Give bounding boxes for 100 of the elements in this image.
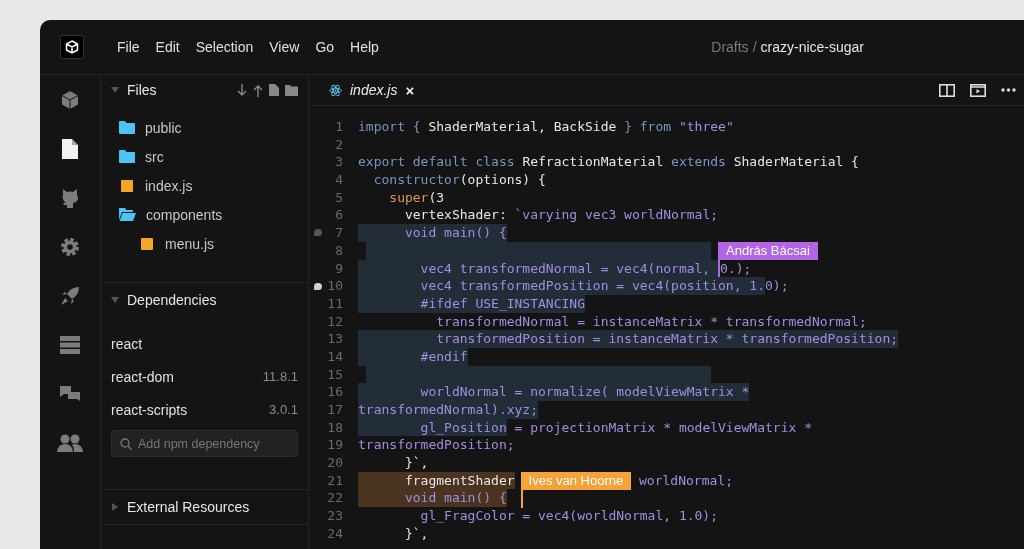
line-number: 17 — [326, 401, 343, 419]
dependency-version: 11.8.1 — [262, 369, 298, 384]
menu-item[interactable]: Edit — [155, 39, 180, 55]
line-number: 7 — [334, 224, 343, 242]
dependency-version: 3.0.1 — [269, 402, 298, 417]
section-title: Files — [127, 82, 157, 98]
dependency-name: react-scripts — [111, 401, 188, 418]
code-text: ShaderMaterial { — [733, 153, 859, 172]
line-number: 14 — [326, 347, 343, 366]
line-number: 22 — [326, 489, 343, 508]
file-tree-item[interactable]: menu.js — [119, 229, 308, 258]
line-number: 23 — [326, 507, 343, 525]
collapse-caret-icon[interactable] — [111, 297, 119, 303]
code-text: import { — [358, 118, 422, 136]
code-text: }`, — [403, 454, 429, 472]
section-title: Dependencies — [127, 292, 217, 308]
menu-item[interactable]: Selection — [195, 39, 254, 55]
code-text: }`, — [403, 524, 429, 543]
code-text: fragmentShader — [358, 471, 515, 490]
external-resources-section-header[interactable]: External Resources — [101, 489, 308, 525]
code-text: `varying vec3 worldNormal; — [514, 206, 719, 225]
code-text: extends — [671, 153, 727, 172]
code-text: worldNormal; — [638, 471, 733, 490]
line-number: 11 — [326, 294, 343, 313]
code-text: (3 — [428, 188, 445, 207]
breadcrumb-separator: / — [752, 39, 757, 55]
code-text: gl_FragColor = vec4(worldNormal, 1.0); — [419, 507, 719, 525]
code-text: = projectionMatrix * modelViewMatrix * — [513, 418, 812, 437]
code-text: RefractionMaterial — [522, 153, 665, 172]
line-number: 9 — [334, 259, 343, 278]
files-section-header[interactable]: Files — [101, 75, 308, 105]
line-number: 3 — [334, 153, 343, 172]
code-text: vec4 transformedPosition = vec4(position, 1. — [358, 277, 765, 295]
code-text: transformedNormal = instanceMatrix * transformedNormal; — [435, 312, 867, 331]
code-text: transformedNormal).xyz; — [358, 401, 538, 419]
new-file-icon[interactable] — [269, 84, 279, 96]
code-text: } from — [624, 118, 673, 136]
breadcrumb-folder[interactable]: Drafts — [711, 39, 749, 55]
file-name: menu.js — [165, 235, 215, 252]
line-number: 5 — [334, 188, 343, 207]
code-text: 0.); — [720, 259, 752, 278]
code-text: constructor — [372, 171, 460, 189]
line-number: 20 — [326, 454, 343, 472]
code-text: "three" — [678, 118, 734, 136]
dependencies-section-header[interactable]: Dependencies — [101, 282, 308, 317]
file-tree-item[interactable]: src — [119, 142, 308, 171]
split-view-icon[interactable] — [939, 83, 955, 97]
menu-item[interactable]: Go — [315, 39, 335, 55]
code-text: (options) { — [459, 171, 546, 189]
upload-icon[interactable] — [253, 83, 263, 97]
line-number: 4 — [334, 171, 343, 189]
line-number: 2 — [334, 135, 343, 154]
logo-icon[interactable] — [60, 35, 84, 59]
code-text: super — [388, 188, 429, 207]
code-text: transformedPosition = instanceMatrix * transformedPosition; — [358, 330, 899, 348]
dependency-name: react — [111, 335, 143, 352]
file-name: public — [145, 119, 182, 136]
code-text: worldNormal = normalize( modelViewMatrix * — [358, 383, 750, 401]
dependency-name: react-dom — [111, 368, 175, 385]
preview-icon[interactable] — [970, 83, 986, 97]
code-text: ShaderMaterial, BackSide — [428, 118, 618, 136]
more-icon[interactable] — [1001, 88, 1016, 92]
line-number: 8 — [334, 241, 343, 260]
close-button[interactable]: × — [405, 81, 415, 99]
file-tree-item[interactable]: components — [119, 200, 308, 229]
code-text: transformedPosition; — [358, 436, 515, 455]
code-text: export default class — [358, 153, 516, 172]
new-folder-icon[interactable] — [285, 84, 298, 96]
file-name: index.js — [145, 177, 193, 194]
code-text: void main() { — [358, 489, 507, 508]
menu-item[interactable]: Help — [350, 39, 379, 55]
code-text: 0); — [765, 277, 789, 295]
file-tab[interactable]: index.js × — [329, 81, 415, 99]
menu-item[interactable]: File — [117, 39, 140, 55]
menu-item[interactable]: View — [269, 39, 300, 55]
project-name: crazy-nice-sugar — [760, 39, 864, 55]
line-number: 6 — [334, 206, 343, 225]
js-file-icon — [141, 237, 153, 250]
file-tree-item[interactable]: index.js — [119, 171, 308, 200]
line-number: 24 — [326, 524, 343, 543]
file-name: components — [146, 206, 223, 223]
expand-caret-icon[interactable] — [112, 503, 118, 511]
line-number: 16 — [326, 383, 343, 401]
collapse-caret-icon[interactable] — [111, 87, 119, 93]
line-number: 10 — [326, 277, 343, 295]
line-number: 12 — [326, 312, 343, 331]
file-tree-item[interactable]: public — [119, 113, 308, 142]
download-icon[interactable] — [237, 83, 247, 97]
comment-icon[interactable] — [313, 282, 322, 290]
react-icon — [329, 83, 342, 97]
section-title: External Resources — [127, 499, 250, 515]
code-text: void main() { — [358, 224, 507, 242]
line-number: 1 — [334, 118, 343, 136]
line-number: 13 — [326, 330, 343, 348]
line-number: 15 — [326, 365, 343, 384]
js-file-icon — [121, 179, 133, 192]
text-cursor — [520, 489, 523, 508]
line-number: 21 — [326, 471, 343, 490]
user-label: András Bácsai — [718, 241, 818, 260]
search-field[interactable]: Add npm dependency — [111, 430, 298, 457]
